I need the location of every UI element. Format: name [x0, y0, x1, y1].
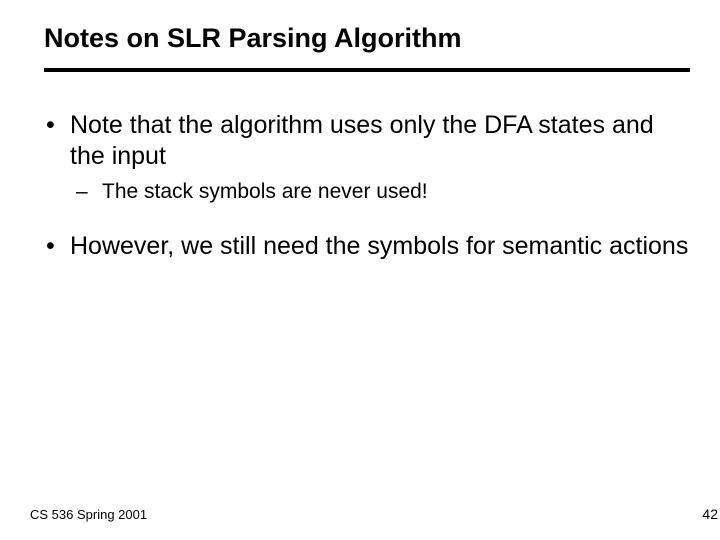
footer-page-number: 42 [702, 506, 718, 522]
content-area: Note that the algorithm uses only the DF… [44, 110, 690, 288]
bullet-text: However, we still need the symbols for s… [70, 232, 688, 260]
footer-left: CS 536 Spring 2001 [30, 507, 147, 522]
sub-bullet-item: The stack symbols are never used! [70, 179, 690, 205]
title-rule [44, 68, 690, 72]
bullet-text: Note that the algorithm uses only the DF… [70, 111, 654, 170]
title-block: Notes on SLR Parsing Algorithm [44, 24, 690, 72]
bullet-item: However, we still need the symbols for s… [44, 231, 690, 262]
slide-title: Notes on SLR Parsing Algorithm [44, 24, 690, 54]
slide: Notes on SLR Parsing Algorithm Note that… [0, 0, 720, 540]
bullet-list: Note that the algorithm uses only the DF… [44, 110, 690, 262]
sub-bullet-text: The stack symbols are never used! [102, 180, 428, 203]
sub-bullet-list: The stack symbols are never used! [70, 179, 690, 205]
bullet-item: Note that the algorithm uses only the DF… [44, 110, 690, 205]
